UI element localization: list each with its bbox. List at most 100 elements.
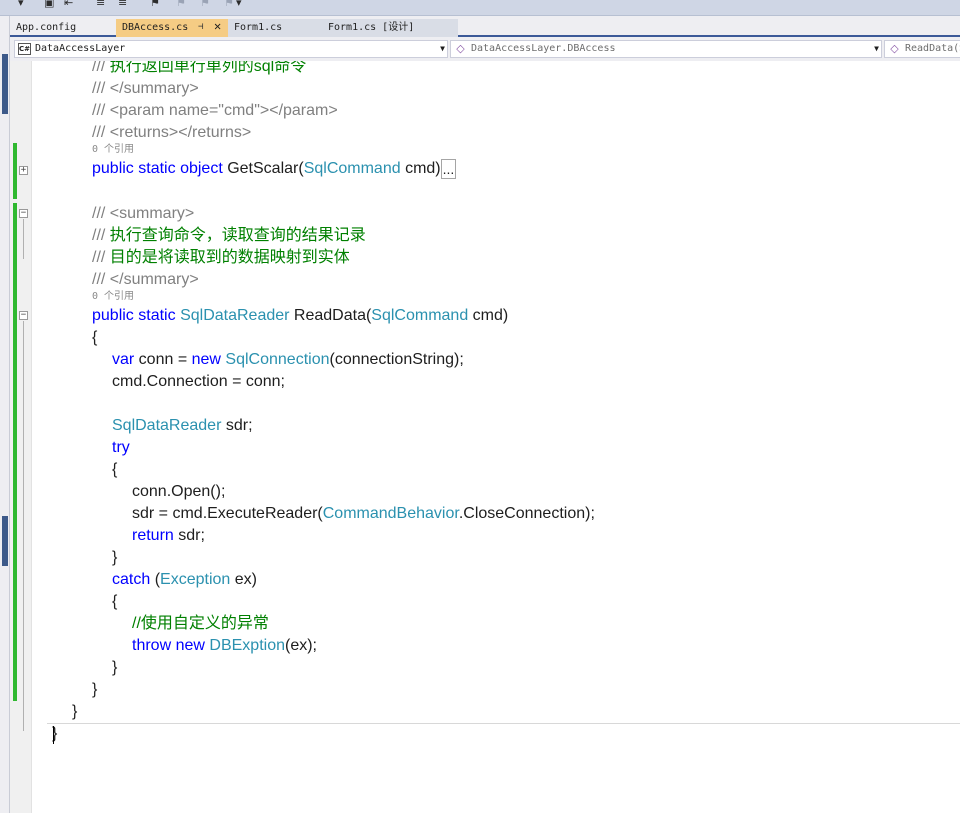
code-token: /// — [92, 271, 110, 288]
code-token: cmd.Connection = conn; — [112, 373, 285, 390]
member-dropdown[interactable]: ◇ ReadData(S — [884, 40, 960, 58]
code-line: catch (Exception ex) — [112, 569, 257, 591]
tab-label: Form1.cs [设计] — [328, 22, 415, 33]
code-token: SqlCommand — [303, 160, 401, 177]
code-line: /// 目的是将读取到的数据映射到实体 — [92, 247, 350, 269]
code-token: ( — [150, 571, 161, 588]
navigation-bar: C# DataAccessLayer ▼ ◇ DataAccessLayer.D… — [10, 37, 960, 61]
code-token: .CloseConnection); — [458, 505, 595, 522]
code-token: sdr = cmd.ExecuteReader( — [132, 505, 323, 522]
code-line: { — [112, 459, 117, 481]
code-line: } — [92, 679, 97, 701]
project-dropdown[interactable]: C# DataAccessLayer ▼ — [14, 40, 448, 58]
tab-dbaccess-cs[interactable]: DBAccess.cs ⊣ ✕ — [116, 19, 228, 37]
code-token: /// — [92, 61, 110, 75]
code-token: GetScalar( — [222, 160, 304, 177]
type-dropdown[interactable]: ◇ DataAccessLayer.DBAccess ▼ — [450, 40, 882, 58]
code-token: } — [92, 681, 98, 698]
change-bar — [13, 203, 17, 701]
toolbar-glyph-icon[interactable]: ▾ — [18, 0, 24, 9]
code-token: { — [112, 461, 118, 478]
toolbar-glyph-icon[interactable]: ⚑ — [176, 0, 186, 9]
class-icon: ◇ — [454, 43, 467, 55]
collapse-outline-icon[interactable]: − — [19, 209, 28, 218]
code-line: } — [112, 547, 117, 569]
code-line: conn.Open(); — [132, 481, 225, 503]
toolbar: ▾ ▣ ⇤ ≡ ≡ ⚑ ⚑ ⚑ ⚑ ▾ — [0, 0, 960, 16]
tab-label: App.config — [16, 22, 77, 33]
outline-guide — [23, 321, 24, 731]
code-token: static — [138, 307, 176, 324]
code-token: conn.Open(); — [132, 483, 226, 500]
toolbar-glyph-icon[interactable]: ⚑ — [224, 0, 234, 9]
toolbar-glyph-icon[interactable]: ≡ — [118, 0, 127, 9]
collapsed-region-box[interactable]: ... — [440, 159, 457, 179]
tab-form1-designer[interactable]: Form1.cs [设计] — [322, 19, 458, 37]
code-token: Exception — [160, 571, 231, 588]
code-line: SqlDataReader sdr; — [112, 415, 253, 437]
tab-label: Form1.cs — [234, 22, 283, 33]
code-token: sdr; — [221, 417, 253, 434]
code-token: public — [92, 160, 134, 177]
tab-app-config[interactable]: App.config — [10, 19, 114, 37]
code-token: (ex); — [284, 637, 317, 654]
code-token: ex) — [230, 571, 257, 588]
pin-icon[interactable]: ⊣ — [198, 19, 203, 36]
code-token: /// — [92, 205, 110, 222]
reference-count[interactable]: 0 个引用 — [92, 144, 134, 156]
toolbar-glyph-icon[interactable]: ⇤ — [64, 0, 73, 9]
code-token: </summary> — [109, 271, 199, 288]
code-token: } — [112, 549, 118, 566]
code-token: 目的是将读取到的数据映射到实体 — [109, 249, 350, 266]
tab-form1-cs[interactable]: Form1.cs — [228, 19, 322, 37]
code-token: ReadData( — [289, 307, 372, 324]
code-token: SqlConnection — [225, 351, 330, 368]
code-token: { — [92, 329, 98, 346]
code-token: (connectionString); — [329, 351, 464, 368]
collapse-outline-icon[interactable]: − — [19, 311, 28, 320]
code-line: /// 执行查询命令，读取查询的结果记录 — [92, 225, 366, 247]
tool-strip-marker — [2, 516, 8, 566]
code-line: return sdr; — [132, 525, 205, 547]
code-line: /// </summary> — [92, 78, 199, 100]
code-token: try — [112, 439, 130, 456]
toolbar-glyph-icon[interactable]: ⚑ — [150, 0, 160, 9]
code-line: sdr = cmd.ExecuteReader(CommandBehavior.… — [132, 503, 595, 525]
chevron-down-icon: ▼ — [874, 44, 879, 53]
toolbar-glyph-icon[interactable]: ▾ — [236, 0, 242, 9]
code-token: /// — [92, 124, 110, 141]
code-token: new — [191, 351, 221, 368]
code-token: conn = — [134, 351, 192, 368]
close-icon[interactable]: ✕ — [214, 18, 221, 35]
code-editor[interactable]: 0 个引用 0 个引用 /// 执行返回单行单列的sql命令/// </summ… — [32, 61, 960, 813]
chevron-down-icon: ▼ — [440, 44, 445, 53]
code-token: <returns></returns> — [109, 124, 252, 141]
change-bar — [13, 143, 17, 199]
code-token: /// — [92, 80, 110, 97]
code-token: SqlCommand — [371, 307, 469, 324]
expand-outline-icon[interactable]: + — [19, 166, 28, 175]
separator-line — [47, 723, 960, 724]
code-token: throw — [132, 637, 172, 654]
code-token: return — [132, 527, 174, 544]
type-dropdown-label: DataAccessLayer.DBAccess — [471, 43, 616, 54]
project-dropdown-label: DataAccessLayer — [35, 43, 126, 54]
code-line: /// <summary> — [92, 203, 194, 225]
toolbar-glyph-icon[interactable]: ⚑ — [200, 0, 210, 9]
reference-count[interactable]: 0 个引用 — [92, 291, 134, 303]
code-token: /// — [92, 227, 110, 244]
code-token: /// — [92, 102, 110, 119]
code-line: /// 执行返回单行单列的sql命令 — [92, 61, 306, 78]
code-token: var — [112, 351, 135, 368]
code-token: { — [112, 593, 118, 610]
code-line: } — [112, 657, 117, 679]
toolbar-glyph-icon[interactable]: ▣ — [44, 0, 54, 9]
code-token: } — [112, 659, 118, 676]
code-token: cmd) — [400, 160, 441, 177]
toolbar-glyph-icon[interactable]: ≡ — [96, 0, 105, 9]
code-token: <param name="cmd"></param> — [109, 102, 338, 119]
code-token: //使用自定义的异常 — [132, 615, 269, 632]
code-token: catch — [112, 571, 151, 588]
code-line: throw new DBExption(ex); — [132, 635, 317, 657]
code-token: SqlDataReader — [112, 417, 222, 434]
